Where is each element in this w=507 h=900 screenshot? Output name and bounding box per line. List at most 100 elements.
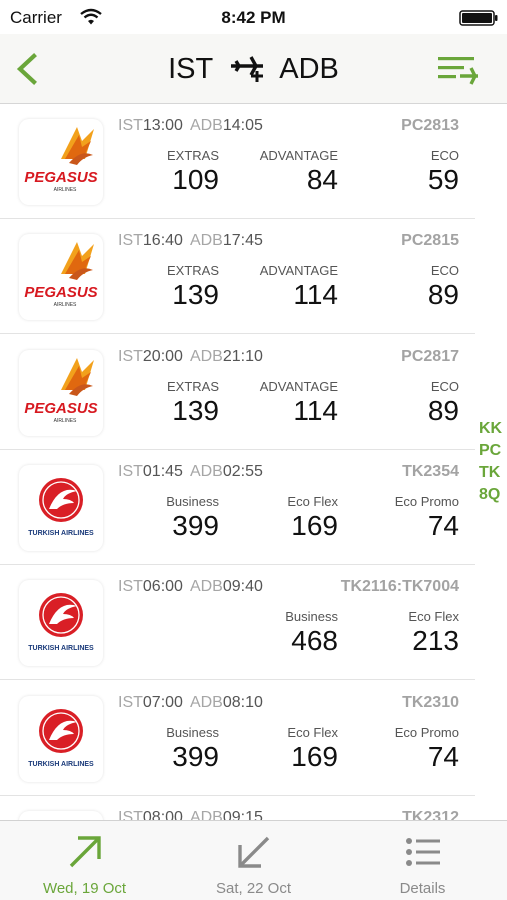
airline-index: KK PC TK 8Q	[479, 418, 507, 506]
flight-number: PC2817	[401, 347, 459, 365]
arrival-time: 09:15	[222, 808, 263, 820]
flight-number: TK2310	[402, 693, 459, 711]
fare-option[interactable]: EXTRAS 139	[167, 379, 219, 427]
turkish-airlines-logo-icon: TURKISH AIRLINES	[28, 708, 94, 768]
fare-price: 213	[412, 625, 459, 657]
tab-details[interactable]: Details	[338, 821, 507, 900]
fare-option[interactable]: ECO 89	[428, 379, 459, 427]
origin-code: IST	[168, 52, 214, 85]
flight-number: TK2354	[402, 462, 459, 480]
tab-return-date[interactable]: Sat, 22 Oct	[169, 821, 338, 900]
flight-number: PC2813	[401, 117, 459, 134]
pegasus-logo-icon: PEGASUSAIRLINES	[24, 242, 98, 308]
flight-times: IST08:00 ADB09:15	[118, 809, 263, 820]
svg-text:AIRLINES: AIRLINES	[54, 418, 77, 424]
fare-price: 89	[427, 279, 459, 311]
list-icon	[406, 838, 440, 866]
flight-times: IST01:45 ADB02:55	[118, 463, 263, 481]
fare-class-label: EXTRAS	[166, 148, 219, 163]
airline-logo: TURKISH AIRLINES	[19, 464, 103, 551]
svg-text:TURKISH AIRLINES: TURKISH AIRLINES	[28, 530, 94, 537]
filter-flights-icon	[438, 57, 478, 85]
flight-number: TK2116:TK7004	[340, 578, 459, 596]
status-time: 8:42 PM	[221, 8, 286, 27]
departure-time: 01:45	[142, 462, 183, 480]
fare-class-label: Business	[166, 724, 219, 740]
arrival-time: 14:05	[222, 117, 263, 134]
destination-code: ADB	[189, 232, 223, 250]
airline-logo: TURKISH AIRLINES	[19, 580, 103, 667]
flight-row[interactable]: PEGASUS AIRLINES IST16:40 ADB17:45 PC2815 EXT…	[0, 219, 475, 335]
fare-class-label: EXTRAS	[166, 378, 219, 394]
destination-code: ADB	[189, 578, 223, 596]
fare-class-label: EXTRAS	[166, 263, 219, 279]
fare-option[interactable]: Business 399	[166, 725, 219, 773]
airline-logo: TURKISH AIRLINES	[19, 695, 103, 782]
fare-price: 109	[172, 164, 219, 195]
flight-times: IST20:00 ADB21:10	[118, 348, 263, 366]
fare-class-label: ADVANTAGE	[259, 148, 338, 163]
tab-bar: Wed, 19 Oct Sat, 22 Oct Details	[0, 820, 507, 900]
flight-row[interactable]: TURKISH AIRLINES IST06:00 ADB09:40 TK2116:T…	[0, 565, 475, 681]
airline-index-item[interactable]: TK	[479, 462, 507, 484]
svg-text:AIRLINES: AIRLINES	[54, 302, 77, 308]
fare-option[interactable]: ADVANTAGE 114	[260, 379, 338, 427]
flight-times: IST16:40 ADB17:45	[118, 232, 263, 250]
origin-code: IST	[118, 347, 143, 365]
airline-logo: PEGASUS AIRLINES	[19, 234, 103, 321]
fare-option[interactable]: Eco Flex 213	[408, 609, 459, 657]
arrival-time: 09:40	[222, 578, 263, 596]
fare-option[interactable]: Eco Flex 169	[287, 494, 338, 542]
filter-button[interactable]	[436, 52, 480, 86]
fare-option[interactable]: Eco Promo 74	[395, 725, 459, 773]
fare-class-label: Business	[166, 493, 219, 509]
svg-text:AIRLINES: AIRLINES	[54, 187, 77, 193]
airline-index-item[interactable]: PC	[479, 440, 507, 462]
flight-row[interactable]: PEGASUS AIRLINES IST13:00 ADB14:05 PC2813 EXT…	[0, 104, 475, 219]
arrow-up-right-icon	[69, 836, 101, 868]
fare-price: 139	[172, 279, 219, 311]
fare-option[interactable]: Eco Flex 169	[287, 725, 338, 773]
fare-price: 84	[306, 164, 338, 195]
fare-option[interactable]: EXTRAS 139	[167, 263, 219, 311]
fare-option[interactable]: Business 468	[285, 609, 338, 657]
airline-index-item[interactable]: 8Q	[479, 484, 507, 506]
fare-option[interactable]: ECO 89	[428, 263, 459, 311]
fare-price: 399	[172, 509, 219, 541]
airline-index-item[interactable]: KK	[479, 418, 507, 440]
fare-option[interactable]: EXTRAS 109	[167, 148, 219, 196]
fare-price: 169	[291, 740, 338, 772]
destination-code: ADB	[189, 347, 223, 365]
fare-option[interactable]: ECO 59	[428, 148, 459, 196]
fare-option[interactable]: ADVANTAGE 114	[260, 263, 338, 311]
fare-class-label: ADVANTAGE	[259, 263, 338, 279]
flight-row[interactable]: PEGASUS AIRLINES IST20:00 ADB21:10 PC2817 EXT…	[0, 335, 475, 450]
flight-times: IST06:00 ADB09:40	[118, 578, 263, 596]
tab-label: Sat, 22 Oct	[215, 880, 292, 897]
fare-price: 114	[293, 394, 338, 426]
fare-class-label: Eco Promo	[394, 724, 459, 740]
fare-class-label: Eco Flex	[287, 724, 338, 740]
flight-row[interactable]: TURKISH AIRLINES IST07:00 ADB08:10 TK2310 Bu…	[0, 681, 475, 796]
fare-option[interactable]: Eco Promo 74	[395, 494, 459, 542]
arrival-time: 08:10	[222, 693, 263, 711]
fare-price: 59	[427, 164, 459, 195]
fare-class-label: Eco Promo	[394, 493, 459, 509]
pegasus-logo-icon: PEGASUSAIRLINES	[24, 127, 98, 193]
tab-label: Details	[399, 880, 446, 897]
fare-class-label: ECO	[430, 148, 459, 163]
destination-code: ADB	[189, 808, 223, 820]
origin-code: IST	[118, 693, 143, 711]
airline-logo: PEGASUS AIRLINES	[19, 349, 103, 436]
fare-option[interactable]: Business 399	[166, 494, 219, 542]
flight-row[interactable]: TURKISH AIRLINES IST08:00 ADB09:15 TK2312	[0, 796, 475, 820]
flight-row[interactable]: TURKISH AIRLINES IST01:45 ADB02:55 TK2354 Bu…	[0, 450, 475, 565]
arrival-time: 17:45	[222, 232, 263, 250]
connecting-flight-icon	[231, 56, 264, 82]
fare-option[interactable]: ADVANTAGE 84	[260, 148, 338, 196]
flight-list[interactable]: PEGASUS AIRLINES IST13:00 ADB14:05 PC2813 EXT…	[0, 104, 507, 820]
origin-code: IST	[118, 232, 143, 250]
svg-text:PEGASUS: PEGASUS	[24, 400, 97, 417]
arrival-time: 21:10	[222, 347, 263, 365]
tab-outbound-date[interactable]: Wed, 19 Oct	[0, 821, 169, 900]
